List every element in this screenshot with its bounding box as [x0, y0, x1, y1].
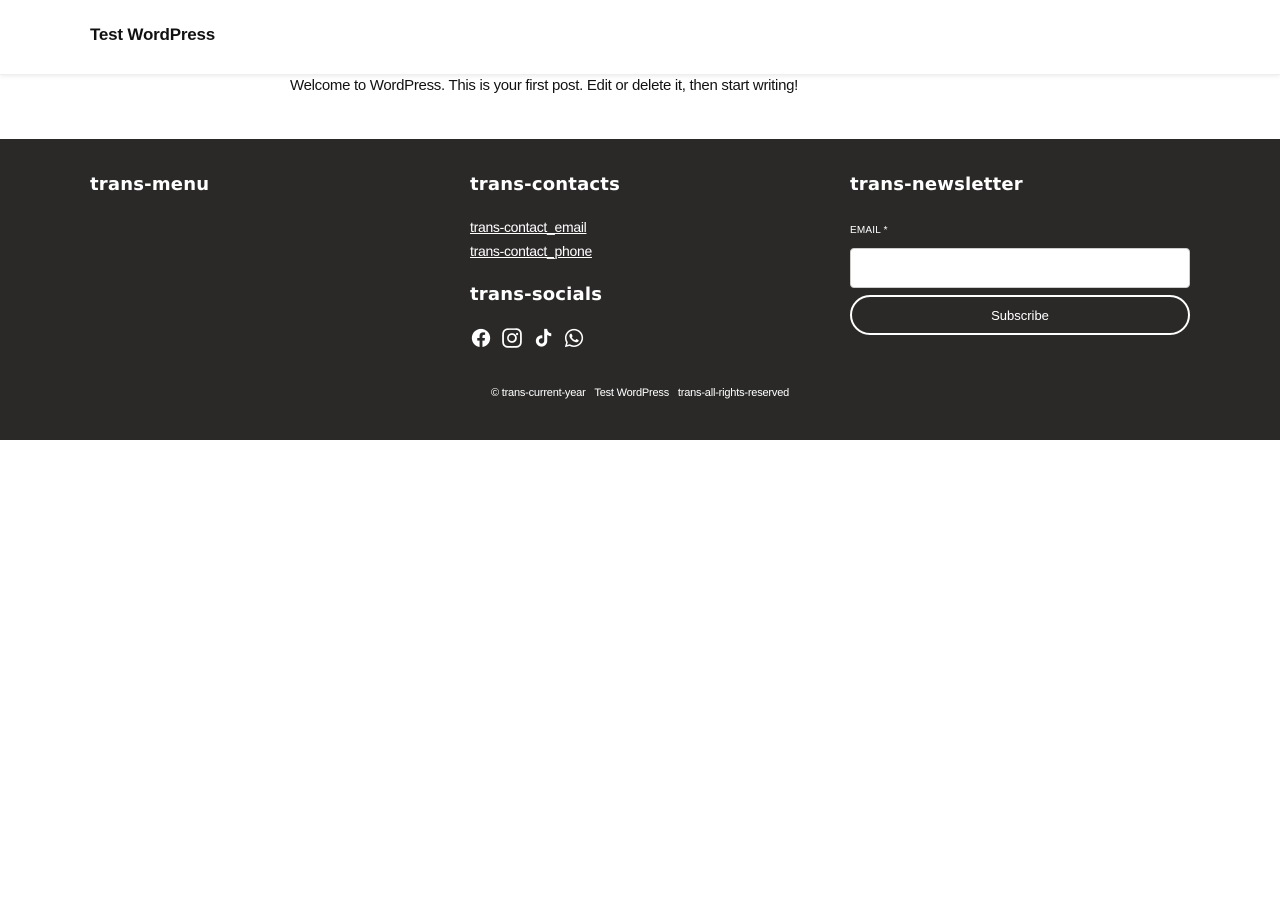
contact-email-link[interactable]: trans-contact_email: [470, 219, 587, 235]
site-header: Test WordPress: [0, 0, 1280, 75]
footer-menu-title: trans-menu: [90, 174, 210, 195]
social-links: [470, 326, 585, 350]
site-footer: trans-menu trans-contacts trans-contact_…: [0, 139, 1280, 440]
email-label: EMAIL *: [850, 225, 888, 236]
copyright-rights: trans-all-rights-reserved: [677, 387, 790, 399]
subscribe-button[interactable]: Subscribe: [850, 295, 1190, 335]
copyright-site: Test WordPress: [594, 387, 670, 399]
facebook-icon[interactable]: [470, 326, 492, 350]
site-title-link[interactable]: Test WordPress: [90, 25, 215, 45]
instagram-icon[interactable]: [501, 326, 523, 350]
contact-phone-link[interactable]: trans-contact_phone: [470, 243, 592, 259]
copyright-year: © trans-current-year: [490, 387, 586, 399]
footer-contacts-title: trans-contacts: [470, 174, 621, 195]
copyright: © trans-current-year Test WordPress tran…: [0, 387, 1280, 399]
post-content: Welcome to WordPress. This is your first…: [290, 77, 799, 94]
tiktok-icon[interactable]: [532, 326, 554, 350]
footer-newsletter-title: trans-newsletter: [850, 174, 1023, 195]
whatsapp-icon[interactable]: [563, 326, 585, 350]
email-input[interactable]: [850, 248, 1190, 288]
footer-socials-title: trans-socials: [470, 284, 603, 305]
